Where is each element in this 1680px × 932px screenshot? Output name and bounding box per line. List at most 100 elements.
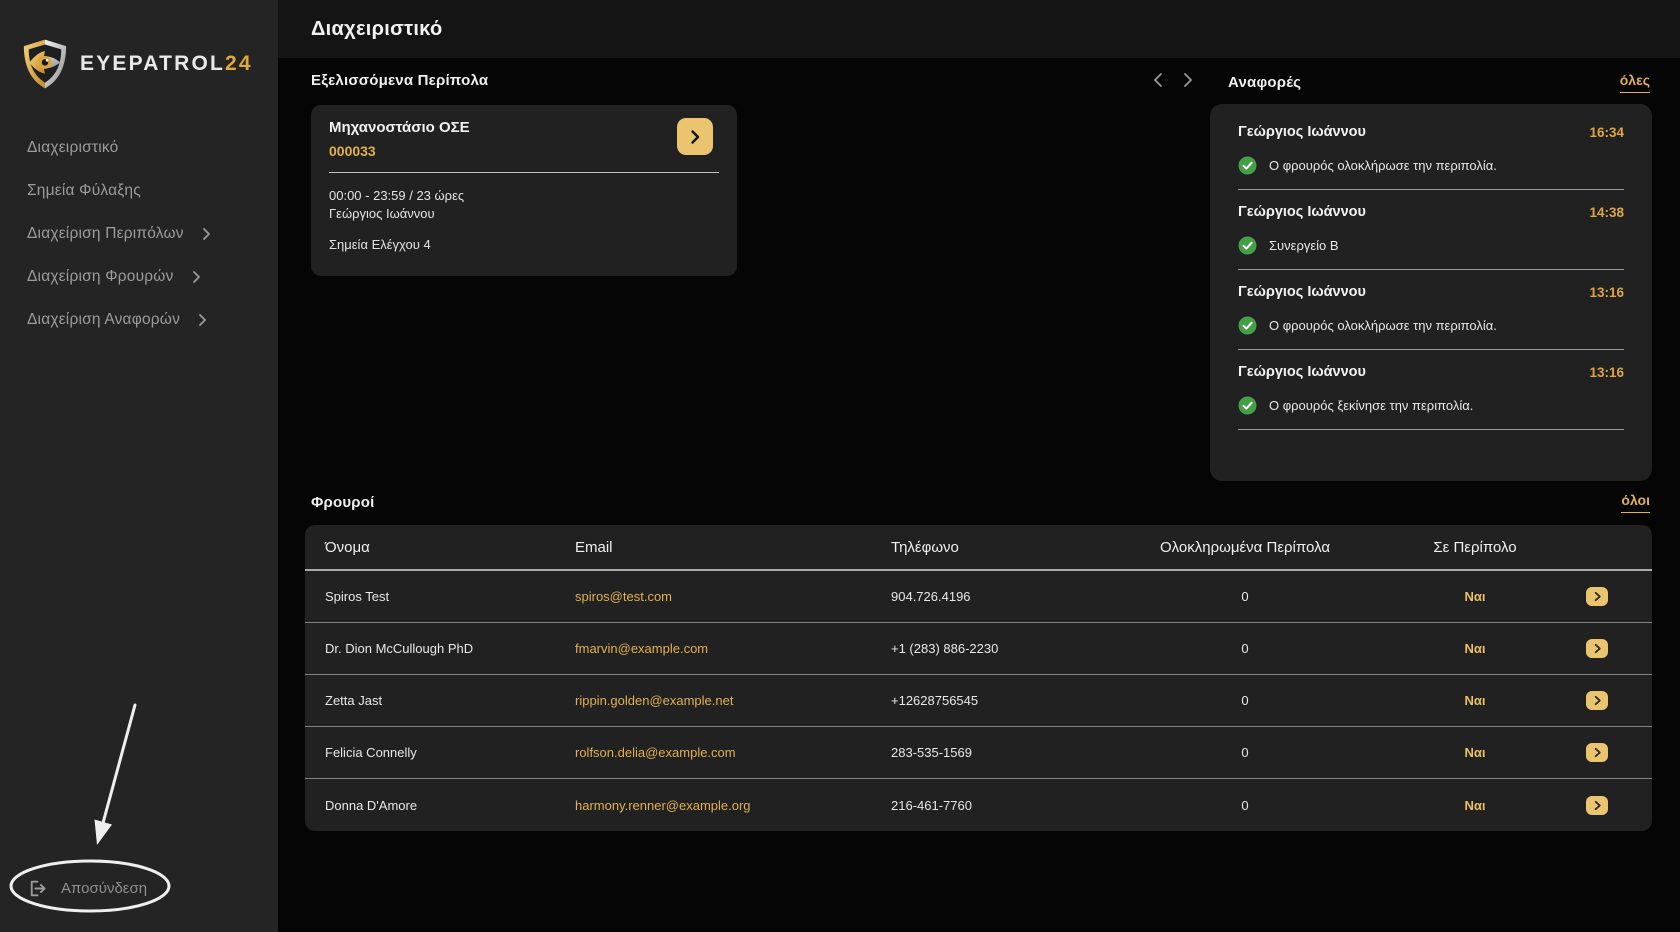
divider: [329, 172, 719, 173]
sidebar-item-label: Διαχείριση Αναφορών: [27, 311, 180, 329]
logout-button[interactable]: Αποσύνδεση: [27, 878, 147, 899]
sidebar-item-dashboard[interactable]: Διαχειριστικό: [0, 126, 278, 169]
guard-phone: +12628756545: [891, 693, 1075, 708]
guards-section: Φρουροί όλοι Όνομα Email Τηλέφωνο Ολοκλη…: [305, 492, 1652, 831]
report-time: 14:38: [1589, 205, 1624, 220]
report-item[interactable]: Γεώργιος Ιωάννου 13:16 Ο φρουρός ολοκλήρ…: [1228, 284, 1634, 350]
guard-on-patrol-status: Ναι: [1415, 641, 1535, 656]
patrol-open-button[interactable]: [677, 118, 713, 155]
reports-section: Αναφορές όλες Γεώργιος Ιωάννου 16:34 Ο φ…: [1210, 71, 1652, 481]
patrol-carousel-controls: [1150, 71, 1196, 89]
sidebar-nav: Διαχειριστικό Σημεία Φύλαξης Διαχείριση …: [0, 126, 278, 341]
carousel-prev-button[interactable]: [1150, 71, 1168, 89]
patrol-checkpoints: Σημεία Ελέγχου 4: [329, 237, 719, 252]
guard-name: Dr. Dion McCullough PhD: [325, 641, 575, 656]
guards-view-all-link[interactable]: όλοι: [1621, 492, 1650, 513]
guard-detail-button[interactable]: [1586, 796, 1608, 815]
guard-detail-button[interactable]: [1586, 743, 1608, 762]
patrol-guard-name: Γεώργιος Ιωάννου: [329, 205, 719, 223]
reports-view-all-link[interactable]: όλες: [1620, 72, 1650, 93]
guard-email-link[interactable]: harmony.renner@example.org: [575, 798, 891, 813]
guards-table-body: Spiros Test spiros@test.com 904.726.4196…: [305, 571, 1652, 831]
success-check-icon: [1238, 156, 1257, 175]
guard-email-link[interactable]: spiros@test.com: [575, 589, 891, 604]
divider: [1238, 429, 1624, 430]
report-item-body: Συνεργείο Β: [1238, 236, 1624, 255]
guard-detail-button[interactable]: [1586, 587, 1608, 606]
logout-icon: [27, 878, 48, 899]
sidebar-item-report-management[interactable]: Διαχείριση Αναφορών: [0, 298, 278, 341]
reports-section-title: Αναφορές: [1228, 74, 1301, 91]
success-check-icon: [1238, 236, 1257, 255]
top-header-bar: Διαχειριστικό: [278, 0, 1680, 58]
guard-name: Zetta Jast: [325, 693, 575, 708]
guard-phone: +1 (283) 886-2230: [891, 641, 1075, 656]
table-row[interactable]: Felicia Connelly rolfson.delia@example.c…: [305, 727, 1652, 779]
guard-email-link[interactable]: rolfson.delia@example.com: [575, 745, 891, 760]
report-time: 13:16: [1589, 365, 1624, 380]
report-item-header: Γεώργιος Ιωάννου 14:38: [1238, 204, 1624, 220]
column-header-on-patrol: Σε Περίπολο: [1415, 539, 1535, 556]
report-message: Ο φρουρός ολοκλήρωσε την περιπολία.: [1269, 158, 1497, 173]
column-header-completed-patrols: Ολοκληρωμένα Περίπολα: [1075, 539, 1415, 556]
shield-eye-logo-icon: [18, 38, 72, 90]
chevron-right-icon: [1592, 643, 1603, 654]
chevron-right-icon: [1592, 695, 1603, 706]
report-item[interactable]: Γεώργιος Ιωάννου 16:34 Ο φρουρός ολοκλήρ…: [1228, 124, 1634, 190]
guard-on-patrol-status: Ναι: [1415, 745, 1535, 760]
guard-on-patrol-status: Ναι: [1415, 589, 1535, 604]
report-item-header: Γεώργιος Ιωάννου 13:16: [1238, 364, 1624, 380]
main-area: Διαχειριστικό Εξελισσόμενα Περίπολα Μηχα…: [278, 0, 1680, 932]
guards-table: Όνομα Email Τηλέφωνο Ολοκληρωμένα Περίπο…: [305, 525, 1652, 831]
sidebar-item-guard-management[interactable]: Διαχείριση Φρουρών: [0, 255, 278, 298]
table-row[interactable]: Spiros Test spiros@test.com 904.726.4196…: [305, 571, 1652, 623]
sidebar-item-patrol-management[interactable]: Διαχείριση Περιπόλων: [0, 212, 278, 255]
report-time: 13:16: [1589, 285, 1624, 300]
report-item-body: Ο φρουρός ξεκίνησε την περιπολία.: [1238, 396, 1624, 415]
guard-name: Donna D'Amore: [325, 798, 575, 813]
report-item[interactable]: Γεώργιος Ιωάννου 13:16 Ο φρουρός ξεκίνησ…: [1228, 364, 1634, 430]
report-item[interactable]: Γεώργιος Ιωάννου 14:38 Συνεργείο Β: [1228, 204, 1634, 270]
page-title: Διαχειριστικό: [311, 18, 443, 41]
report-time: 16:34: [1589, 125, 1624, 140]
patrol-card[interactable]: Μηχανοστάσιο ΟΣΕ 000033 00:00 - 23:59 / …: [311, 105, 737, 276]
table-row[interactable]: Zetta Jast rippin.golden@example.net +12…: [305, 675, 1652, 727]
report-guard-name: Γεώργιος Ιωάννου: [1238, 204, 1366, 220]
chevron-right-icon: [198, 313, 207, 327]
patrol-time-range: 00:00 - 23:59 / 23 ώρες: [329, 187, 719, 205]
chevron-right-icon: [1178, 71, 1196, 89]
sidebar-item-label: Διαχείριση Περιπόλων: [27, 225, 184, 243]
guard-phone: 283-535-1569: [891, 745, 1075, 760]
carousel-next-button[interactable]: [1178, 71, 1196, 89]
guard-name: Felicia Connelly: [325, 745, 575, 760]
guard-detail-button[interactable]: [1586, 691, 1608, 710]
reports-section-header: Αναφορές όλες: [1210, 71, 1652, 93]
sidebar-item-guard-points[interactable]: Σημεία Φύλαξης: [0, 169, 278, 212]
patrol-code: 000033: [329, 143, 719, 159]
guard-row-actions: [1535, 796, 1632, 815]
sidebar-item-label: Διαχείριση Φρουρών: [27, 268, 174, 286]
sidebar-item-label: Σημεία Φύλαξης: [27, 182, 141, 200]
guard-on-patrol-status: Ναι: [1415, 693, 1535, 708]
divider: [1238, 269, 1624, 270]
patrols-section-header: Εξελισσόμενα Περίπολα: [311, 71, 1196, 89]
table-row[interactable]: Donna D'Amore harmony.renner@example.org…: [305, 779, 1652, 831]
guard-completed-patrols: 0: [1075, 745, 1415, 760]
guard-detail-button[interactable]: [1586, 639, 1608, 658]
guards-section-title: Φρουροί: [311, 494, 375, 511]
guard-email-link[interactable]: rippin.golden@example.net: [575, 693, 891, 708]
guard-email-link[interactable]: fmarvin@example.com: [575, 641, 891, 656]
sidebar: EYEPATROL24 Διαχειριστικό Σημεία Φύλαξης…: [0, 0, 278, 932]
brand-logo[interactable]: EYEPATROL24: [18, 38, 253, 90]
sidebar-item-label: Διαχειριστικό: [27, 139, 118, 157]
chevron-right-icon: [192, 270, 201, 284]
column-header-name: Όνομα: [325, 539, 575, 556]
table-row[interactable]: Dr. Dion McCullough PhD fmarvin@example.…: [305, 623, 1652, 675]
guard-row-actions: [1535, 691, 1632, 710]
patrol-meta: 00:00 - 23:59 / 23 ώρες Γεώργιος Ιωάννου: [329, 187, 719, 223]
guard-on-patrol-status: Ναι: [1415, 798, 1535, 813]
patrol-site-name: Μηχανοστάσιο ΟΣΕ: [329, 119, 719, 136]
report-message: Ο φρουρός ολοκλήρωσε την περιπολία.: [1269, 318, 1497, 333]
guard-name: Spiros Test: [325, 589, 575, 604]
guard-row-actions: [1535, 639, 1632, 658]
